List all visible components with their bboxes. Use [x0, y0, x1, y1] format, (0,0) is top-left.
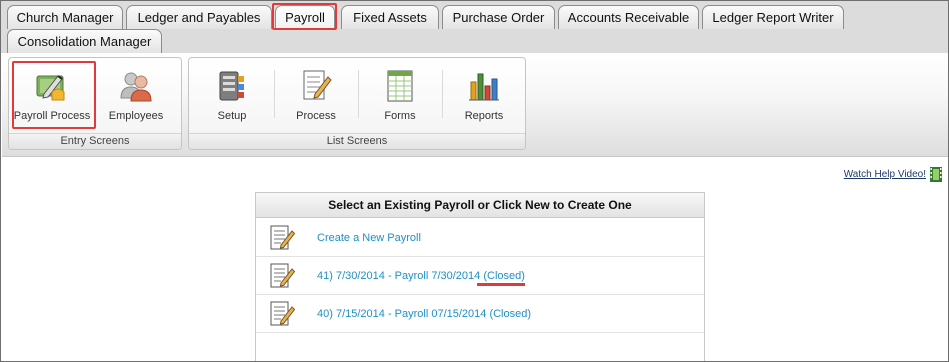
- ribbon-toolbar: Payroll Process Employees Entry Screens: [2, 53, 948, 157]
- list-item[interactable]: 40) 7/15/2014 - Payroll 07/15/2014 (Clos…: [256, 295, 704, 333]
- payroll-process-label: Payroll Process: [13, 110, 91, 122]
- tab-payroll[interactable]: Payroll: [275, 5, 335, 29]
- employees-icon: [120, 72, 152, 102]
- tab-consolidation-manager[interactable]: Consolidation Manager: [7, 29, 162, 53]
- process-button[interactable]: Process: [277, 64, 355, 124]
- employees-button[interactable]: Employees: [97, 64, 175, 124]
- entry-screens-group: Payroll Process Employees Entry Screens: [8, 57, 182, 150]
- forms-button[interactable]: Forms: [361, 64, 439, 124]
- list-item[interactable]: 41) 7/30/2014 - Payroll 7/30/2014 (Close…: [256, 257, 704, 295]
- app-window: Church Manager Ledger and Payables Payro…: [0, 0, 949, 362]
- entry-screens-label: Entry Screens: [9, 133, 181, 149]
- setup-label: Setup: [217, 110, 247, 122]
- process-icon: [303, 70, 332, 100]
- module-tab-bar: Church Manager Ledger and Payables Payro…: [1, 1, 948, 53]
- document-pencil-icon: [270, 225, 296, 250]
- panel-title: Select an Existing Payroll or Click New …: [256, 193, 704, 218]
- tab-fixed-assets[interactable]: Fixed Assets: [341, 5, 439, 29]
- list-screens-label: List Screens: [189, 133, 525, 149]
- tab-church-manager[interactable]: Church Manager: [7, 5, 123, 29]
- forms-icon: [387, 70, 413, 102]
- film-icon[interactable]: [930, 167, 942, 182]
- tab-accounts-receivable[interactable]: Accounts Receivable: [558, 5, 699, 29]
- tab-ledger-and-payables[interactable]: Ledger and Payables: [126, 5, 272, 29]
- reports-label: Reports: [464, 110, 504, 122]
- document-pencil-icon: [270, 263, 296, 288]
- payroll-process-button[interactable]: Payroll Process: [13, 64, 91, 124]
- setup-icon: [219, 71, 244, 101]
- help-video: Watch Help Video!: [844, 167, 942, 182]
- reports-icon: [469, 73, 499, 101]
- process-label: Process: [296, 110, 336, 122]
- tab-purchase-order[interactable]: Purchase Order: [442, 5, 555, 29]
- ribbon-separator: [274, 70, 275, 118]
- payroll-selection-panel: Select an Existing Payroll or Click New …: [255, 192, 705, 361]
- document-pencil-icon: [270, 301, 296, 326]
- ribbon-separator: [358, 70, 359, 118]
- payroll-process-icon: [36, 75, 65, 101]
- ribbon-separator: [442, 70, 443, 118]
- create-new-payroll-link[interactable]: Create a New Payroll: [317, 232, 421, 244]
- reports-button[interactable]: Reports: [445, 64, 523, 124]
- forms-label: Forms: [384, 110, 416, 122]
- payroll-41-link[interactable]: 41) 7/30/2014 - Payroll 7/30/2014 (Close…: [317, 270, 525, 282]
- employees-label: Employees: [108, 110, 164, 122]
- payroll-40-link[interactable]: 40) 7/15/2014 - Payroll 07/15/2014 (Clos…: [317, 308, 531, 320]
- setup-button[interactable]: Setup: [193, 64, 271, 124]
- tab-ledger-report-writer[interactable]: Ledger Report Writer: [702, 5, 844, 29]
- watch-help-video-link[interactable]: Watch Help Video!: [844, 169, 926, 180]
- list-item[interactable]: Create a New Payroll: [256, 219, 704, 257]
- list-screens-group: Setup Process Forms Reports List Screens: [188, 57, 526, 150]
